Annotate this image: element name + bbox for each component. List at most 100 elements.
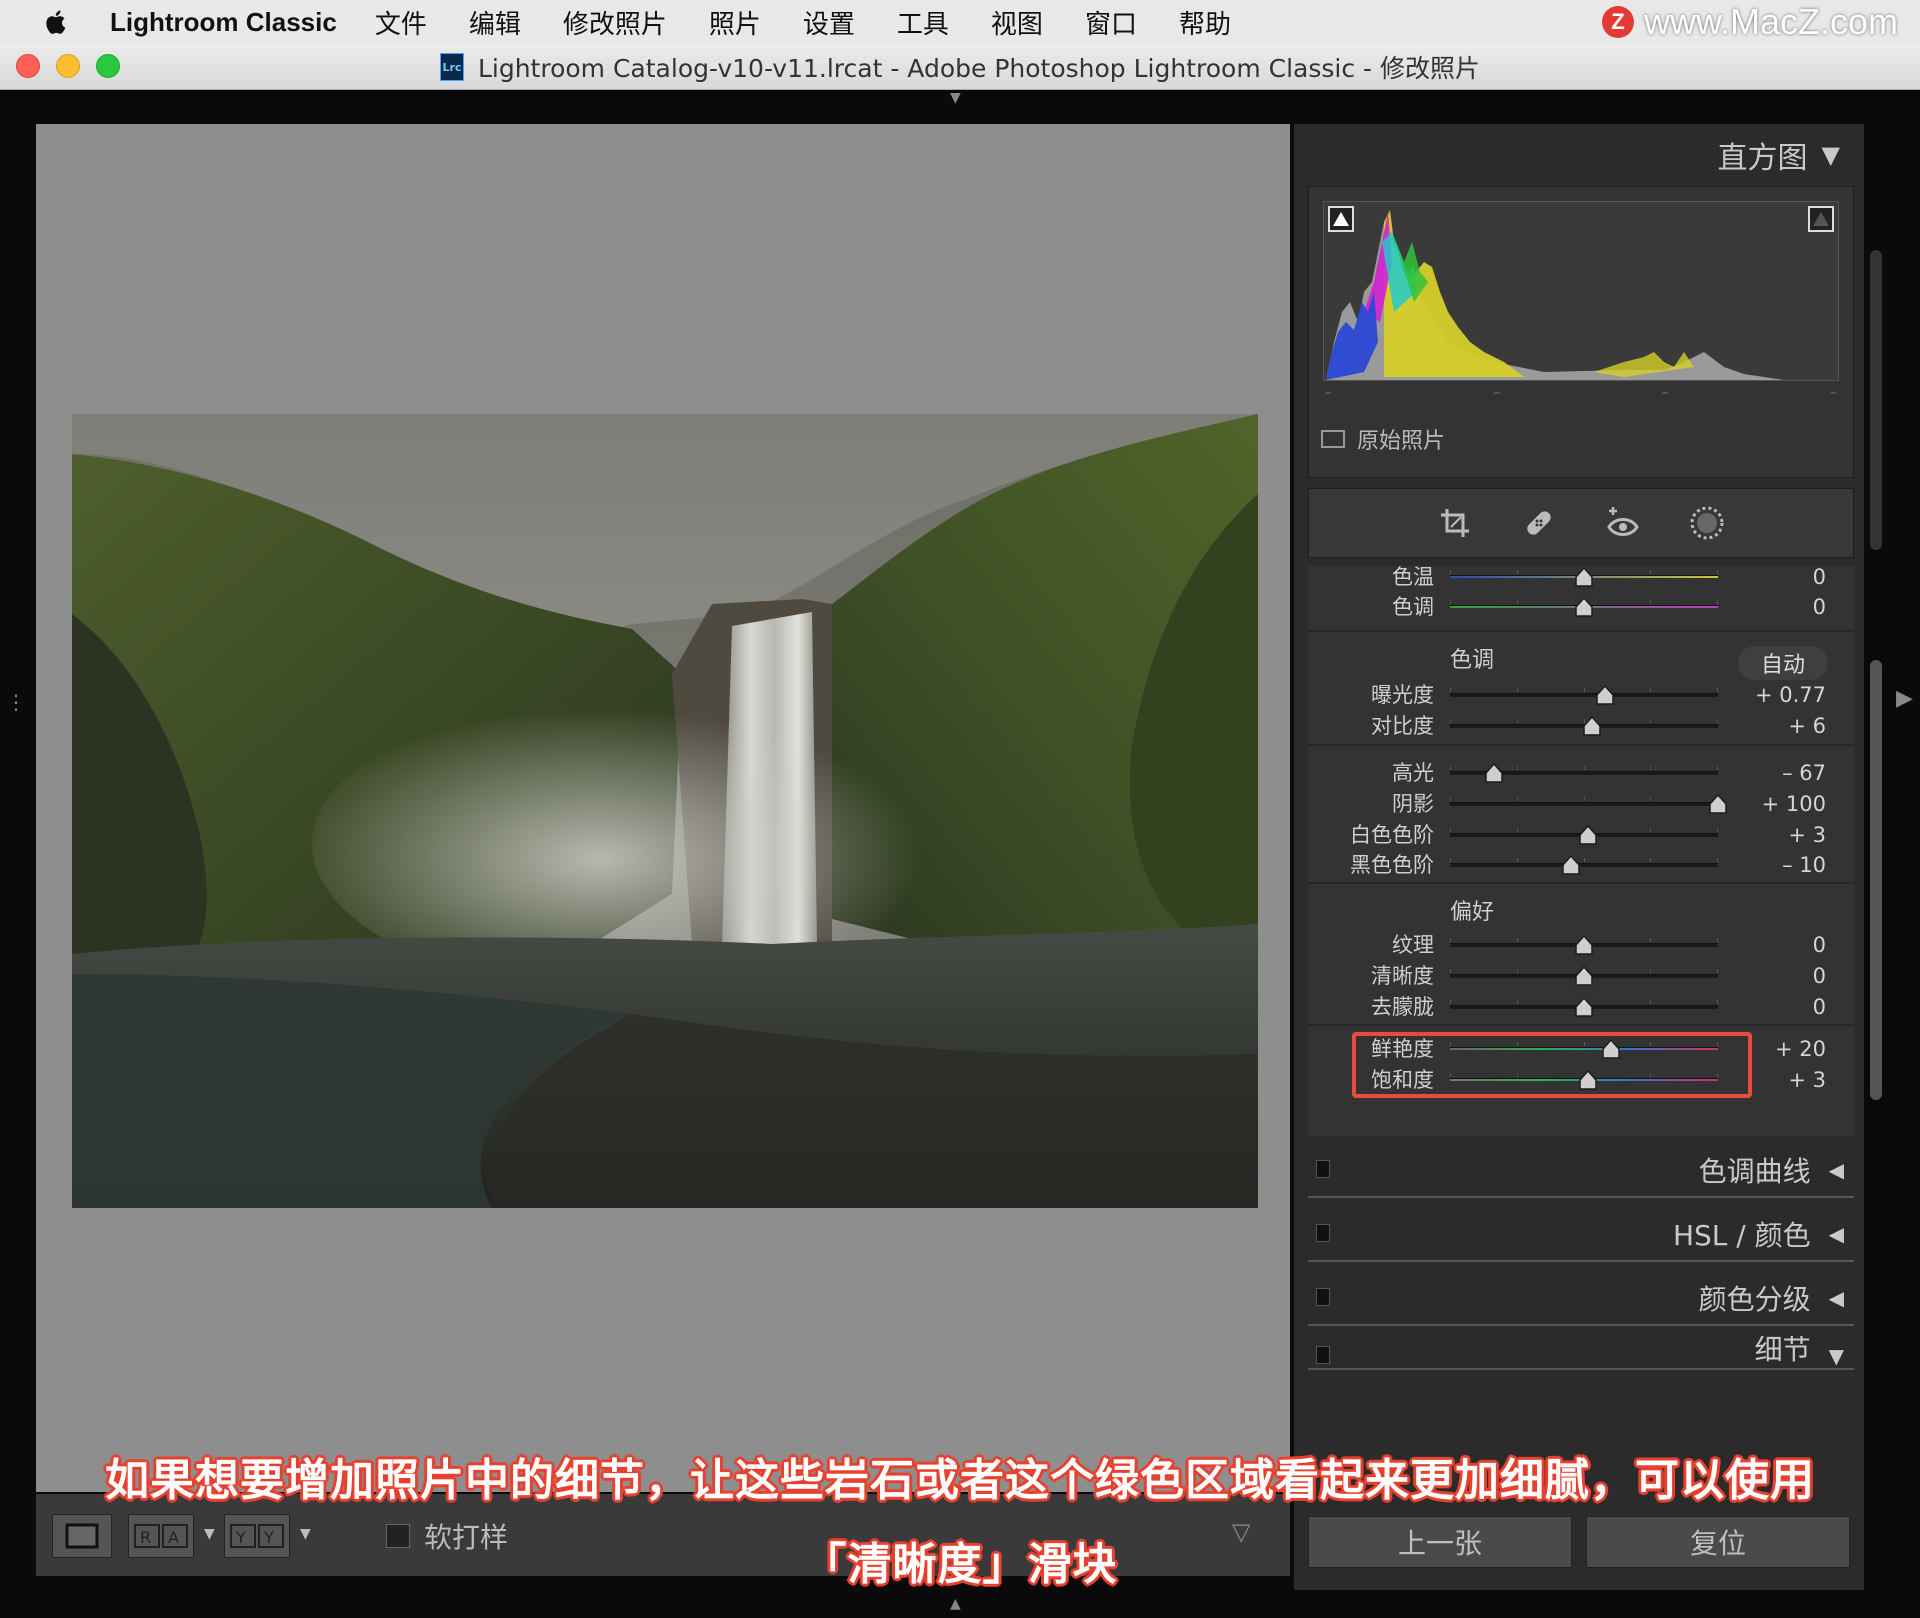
menu-file[interactable]: 文件 — [375, 4, 427, 41]
tick-mark — [1516, 688, 1518, 692]
slider-row: 高光 – 67 — [1308, 756, 1854, 790]
menu-window[interactable]: 窗口 — [1085, 4, 1137, 41]
slider-thumb[interactable] — [1575, 935, 1593, 955]
histogram-title: 直方图 — [1717, 141, 1808, 176]
slider-value[interactable]: + 20 — [1775, 1032, 1826, 1066]
slider-thumb[interactable] — [1595, 685, 1614, 705]
bottom-panel-toggle-icon[interactable]: ▲ — [950, 1596, 961, 1612]
slider-value[interactable]: 0 — [1813, 928, 1826, 962]
menu-photo[interactable]: 照片 — [709, 4, 761, 41]
masking-tool-icon[interactable] — [1687, 503, 1727, 543]
menu-help[interactable]: 帮助 — [1179, 4, 1231, 41]
tick-mark — [1583, 797, 1585, 801]
slider-thumb[interactable] — [1575, 997, 1593, 1017]
slider-thumb[interactable] — [1561, 855, 1580, 875]
slider-thumb[interactable] — [1575, 567, 1593, 587]
slider-track[interactable] — [1450, 863, 1718, 867]
slider-label: 去朦胧 — [1371, 995, 1434, 1019]
tick-mark — [1516, 858, 1518, 862]
original-photo-label: 原始照片 — [1357, 429, 1446, 454]
tick-mark — [1717, 600, 1718, 604]
panel-expand-icon[interactable]: ◀ — [1829, 1158, 1844, 1182]
menu-tools[interactable]: 工具 — [897, 4, 949, 41]
spot-removal-tool-icon[interactable] — [1519, 503, 1559, 543]
top-panel-toggle-icon[interactable]: ▼ — [950, 90, 961, 106]
panel-collapse-icon[interactable]: ▼ — [1822, 141, 1840, 169]
histogram-header[interactable]: 直方图 ▼ — [1294, 124, 1864, 186]
menu-edit[interactable]: 编辑 — [469, 4, 521, 41]
caption-line-1: 如果想要增加照片中的细节，让这些岩石或者这个绿色区域看起来更加细腻，可以使用 — [0, 1444, 1920, 1508]
histogram-graph[interactable] — [1323, 201, 1839, 381]
slider-value[interactable]: – 67 — [1782, 756, 1826, 790]
caption-text: 「清晰度」滑块 — [802, 1539, 1118, 1590]
auto-tone-button[interactable]: 自动 — [1738, 646, 1828, 680]
slider-thumb[interactable] — [1583, 716, 1601, 736]
detail-panel-header[interactable]: 细节 ▼ — [1308, 1336, 1854, 1370]
slider-label: 黑色色阶 — [1350, 853, 1434, 877]
panel-toggle-switch[interactable] — [1316, 1224, 1330, 1242]
tick-mark — [1650, 797, 1652, 801]
tick-mark — [1717, 828, 1718, 832]
tick-mark — [1650, 600, 1652, 604]
slider-thumb[interactable] — [1575, 966, 1593, 986]
slider-value[interactable]: + 100 — [1762, 787, 1826, 821]
slider-value[interactable]: + 3 — [1788, 818, 1826, 852]
slider-label: 白色色阶 — [1350, 823, 1434, 847]
slider-value[interactable]: + 6 — [1788, 709, 1826, 743]
color-grading-label: 颜色分级 — [1698, 1283, 1811, 1316]
menu-view[interactable]: 视图 — [991, 4, 1043, 41]
panel-toggle-switch[interactable] — [1316, 1160, 1330, 1178]
color-grading-panel-header[interactable]: 颜色分级 ◀ — [1308, 1272, 1854, 1326]
menu-develop[interactable]: 修改照片 — [563, 4, 667, 41]
presence-group-title: 偏好 — [1450, 900, 1495, 925]
tick-mark — [1650, 938, 1652, 942]
histogram-ticks: – – – – — [1325, 385, 1837, 405]
highlight-clipping-indicator-icon[interactable] — [1808, 206, 1834, 232]
tick-mark — [1450, 600, 1451, 604]
histogram-curves — [1326, 210, 1784, 380]
red-eye-tool-icon[interactable] — [1603, 503, 1643, 543]
tool-strip — [1308, 488, 1854, 558]
tick-mark — [1717, 688, 1718, 692]
slider-value[interactable]: – 10 — [1782, 848, 1826, 882]
slider-value[interactable]: 0 — [1813, 959, 1826, 993]
slider-track[interactable] — [1450, 802, 1718, 806]
slider-value[interactable]: + 3 — [1788, 1063, 1826, 1097]
slider-row: 白色色阶 + 3 — [1308, 818, 1854, 852]
shadow-clipping-indicator-icon[interactable] — [1328, 206, 1354, 232]
apple-icon[interactable] — [42, 7, 72, 37]
left-panel-toggle-icon[interactable]: ⋮ — [6, 690, 26, 714]
slider-thumb[interactable] — [1709, 794, 1727, 814]
slider-thumb[interactable] — [1579, 825, 1597, 845]
hsl-label: HSL / 颜色 — [1672, 1219, 1811, 1252]
panel-expand-icon[interactable]: ◀ — [1829, 1286, 1844, 1310]
slider-track[interactable] — [1450, 693, 1718, 697]
slider-row: 去朦胧 0 — [1308, 990, 1854, 1024]
app-menu[interactable]: Lightroom Classic — [110, 7, 337, 38]
panel-toggle-switch[interactable] — [1316, 1346, 1330, 1364]
panel-scrollbar[interactable] — [1870, 660, 1882, 1100]
tick-mark — [1717, 570, 1718, 574]
slider-value[interactable]: + 0.77 — [1755, 678, 1826, 712]
crop-tool-icon[interactable] — [1435, 503, 1475, 543]
tone-curve-label: 色调曲线 — [1698, 1155, 1811, 1188]
slider-thumb[interactable] — [1485, 763, 1503, 783]
original-photo-toggle[interactable]: 原始照片 — [1321, 423, 1445, 455]
right-panel-toggle-icon[interactable]: ▶ — [1896, 686, 1913, 711]
tick-mark — [1583, 858, 1585, 862]
tick-mark — [1516, 600, 1518, 604]
slider-value[interactable]: 0 — [1813, 990, 1826, 1024]
original-photo-checkbox[interactable] — [1321, 430, 1345, 448]
tick-mark: – — [1829, 385, 1837, 401]
slider-value[interactable]: 0 — [1813, 590, 1826, 624]
hsl-panel-header[interactable]: HSL / 颜色 ◀ — [1308, 1208, 1854, 1262]
slider-thumb[interactable] — [1575, 597, 1593, 617]
slider-label: 清晰度 — [1371, 964, 1434, 988]
tone-curve-panel-header[interactable]: 色调曲线 ◀ — [1308, 1144, 1854, 1198]
panel-expand-icon[interactable]: ◀ — [1829, 1222, 1844, 1246]
menu-settings[interactable]: 设置 — [803, 4, 855, 41]
panel-toggle-switch[interactable] — [1316, 1288, 1330, 1306]
waterfall-photo — [72, 414, 1258, 1208]
panel-expand-icon[interactable]: ▼ — [1829, 1344, 1844, 1368]
image-viewer[interactable] — [36, 124, 1290, 1492]
